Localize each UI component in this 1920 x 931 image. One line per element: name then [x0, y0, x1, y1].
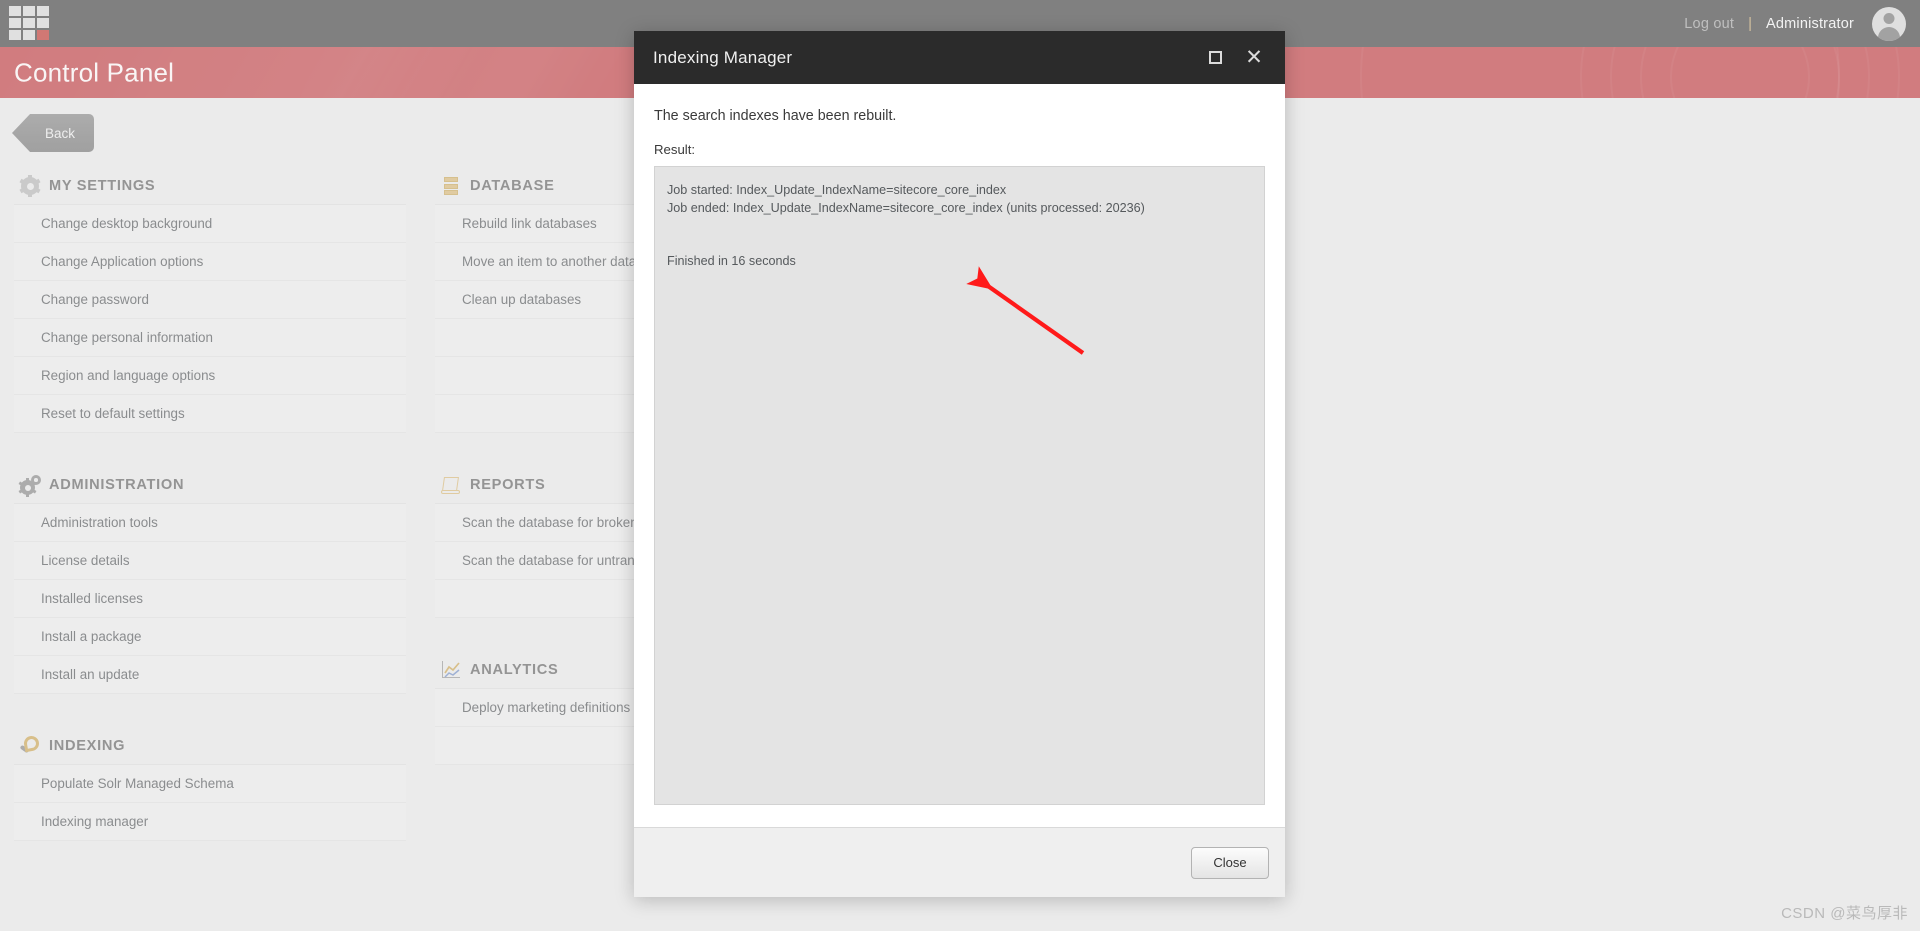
dialog-title: Indexing Manager — [653, 47, 793, 67]
indexing-manager-dialog: Indexing Manager ✕ The search indexes ha… — [634, 31, 1285, 897]
result-label: Result: — [654, 142, 696, 157]
result-gap — [667, 218, 1252, 252]
dialog-title-bar: Indexing Manager ✕ — [634, 31, 1285, 84]
close-button[interactable]: Close — [1191, 846, 1269, 879]
result-finished-line: Finished in 16 seconds — [667, 253, 796, 268]
dialog-body: The search indexes have been rebuilt. Re… — [634, 84, 1285, 827]
result-line: Job started: Index_Update_IndexName=site… — [667, 183, 1007, 197]
close-icon[interactable]: ✕ — [1241, 45, 1267, 71]
result-output-box[interactable]: Job started: Index_Update_IndexName=site… — [654, 166, 1265, 805]
dialog-message: The search indexes have been rebuilt. — [654, 108, 897, 124]
dialog-footer: Close — [634, 827, 1285, 897]
maximize-square — [1208, 51, 1222, 64]
watermark: CSDN @菜鸟厚非 — [1781, 905, 1908, 922]
maximize-icon[interactable] — [1202, 45, 1228, 71]
result-line: Job ended: Index_Update_IndexName=siteco… — [667, 201, 1145, 216]
